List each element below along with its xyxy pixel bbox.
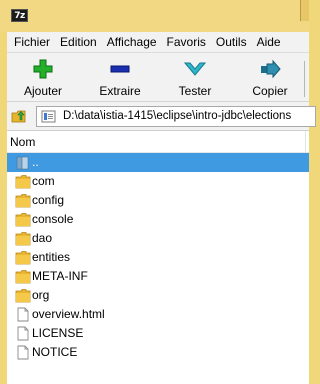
test-button[interactable]: Tester	[163, 55, 227, 101]
file-row[interactable]: org	[7, 286, 309, 305]
toolbar-separator	[304, 61, 305, 97]
file-row[interactable]: config	[7, 191, 309, 210]
check-chevron-icon	[184, 62, 206, 76]
file-row[interactable]: NOTICE	[7, 343, 309, 362]
file-row[interactable]: META-INF	[7, 267, 309, 286]
file-name: dao	[32, 231, 53, 245]
folder-icon	[15, 194, 31, 208]
folder-icon	[15, 213, 31, 227]
menu-aide[interactable]: Aide	[252, 35, 286, 49]
column-separator[interactable]	[305, 131, 306, 153]
file-row[interactable]: entities	[7, 248, 309, 267]
file-name: META-INF	[32, 269, 88, 283]
address-bar: D:\data\istia-1415\eclipse\intro-jdbc\el…	[7, 102, 316, 131]
file-name: NOTICE	[32, 345, 78, 359]
add-button-label: Ajouter	[23, 84, 63, 98]
copy-button[interactable]: Copier	[238, 55, 302, 101]
app-logo-icon[interactable]: 7z	[11, 9, 28, 22]
folder-up-icon[interactable]	[11, 108, 27, 124]
file-name: LICENSE	[32, 326, 84, 340]
menu-favoris[interactable]: Favoris	[162, 35, 211, 49]
folder-icon	[15, 175, 31, 189]
file-row[interactable]: com	[7, 172, 309, 191]
file-icon	[17, 345, 29, 360]
file-icon	[17, 326, 29, 341]
file-name: org	[32, 288, 50, 302]
folder-icon	[15, 232, 31, 246]
file-name: config	[32, 193, 65, 207]
path-text: D:\data\istia-1415\eclipse\intro-jdbc\el…	[63, 110, 292, 122]
file-row[interactable]: overview.html	[7, 305, 309, 324]
file-icon	[17, 307, 29, 322]
copy-button-label: Copier	[252, 84, 288, 98]
column-header-name[interactable]: Nom	[10, 135, 35, 149]
parent-folder-icon	[16, 156, 29, 170]
copy-arrow-icon	[261, 59, 281, 79]
file-row[interactable]: ..	[7, 153, 309, 172]
file-name: ..	[32, 155, 39, 169]
file-row[interactable]: console	[7, 210, 309, 229]
file-name: overview.html	[32, 307, 105, 321]
folder-icon	[15, 289, 31, 303]
plus-icon	[33, 59, 53, 79]
window-control-edge[interactable]	[300, 0, 309, 21]
file-name: com	[32, 174, 55, 188]
file-rows: .. com config console dao entities META-INF org…	[7, 153, 309, 362]
extract-button-label: Extraire	[99, 84, 141, 98]
file-row[interactable]: LICENSE	[7, 324, 309, 343]
column-header-row: Nom	[7, 131, 309, 153]
menu-outils[interactable]: Outils	[211, 35, 252, 49]
menu-fichier[interactable]: Fichier	[7, 35, 55, 49]
folder-icon	[15, 270, 31, 284]
path-input[interactable]: D:\data\istia-1415\eclipse\intro-jdbc\el…	[36, 106, 316, 127]
folder-icon	[15, 251, 31, 265]
file-row[interactable]: dao	[7, 229, 309, 248]
toolbar: Ajouter Extraire Tester Copier	[7, 52, 309, 102]
file-list: Nom .. com config console dao entities META-IN…	[7, 131, 309, 384]
test-button-label: Tester	[178, 84, 212, 98]
add-button[interactable]: Ajouter	[11, 55, 75, 101]
drive-folder-icon	[41, 110, 56, 123]
title-bar: 7z	[0, 0, 309, 32]
file-name: entities	[32, 250, 71, 264]
minus-icon	[110, 65, 130, 73]
file-name: console	[32, 212, 74, 226]
extract-button[interactable]: Extraire	[88, 55, 152, 101]
menu-edition[interactable]: Edition	[55, 35, 102, 49]
menu-bar: Fichier Edition Affichage Favoris Outils…	[0, 32, 309, 52]
menu-affichage[interactable]: Affichage	[102, 35, 162, 49]
